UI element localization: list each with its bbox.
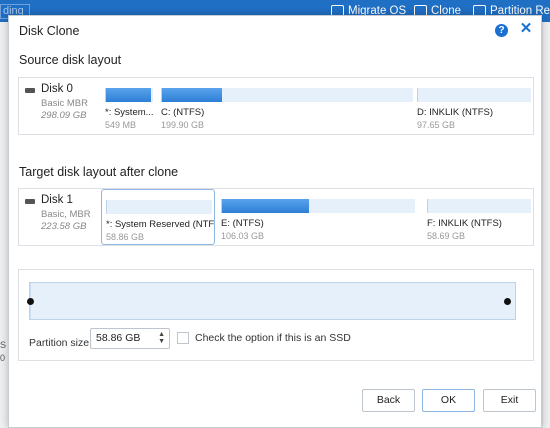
partition-size-input[interactable]: 58.86 GB ▲ ▼ bbox=[90, 328, 170, 349]
partition-label: F: INKLIK (NTFS) bbox=[427, 218, 502, 229]
ssd-checkbox[interactable] bbox=[177, 332, 189, 344]
partition-size-label: Partition size: bbox=[29, 337, 93, 349]
dialog-title: Disk Clone bbox=[19, 24, 80, 38]
source-disk-row: Disk 0 Basic MBR 298.09 GB *: System... … bbox=[18, 77, 534, 135]
resize-handle-left[interactable] bbox=[27, 298, 34, 305]
ok-button[interactable]: OK bbox=[422, 389, 475, 412]
partition-label: *: System Reserved (NTF... bbox=[106, 219, 214, 230]
partition-label: D: INKLIK (NTFS) bbox=[417, 107, 494, 118]
disk-name: Disk 1 bbox=[41, 194, 73, 206]
back-button[interactable]: Back bbox=[362, 389, 415, 412]
target-partition-f[interactable]: F: INKLIK (NTFS) 58.69 GB bbox=[427, 189, 531, 245]
background-fragment: 0 bbox=[0, 353, 6, 363]
target-disk-info[interactable]: Disk 1 Basic, MBR 223.58 GB bbox=[19, 189, 101, 245]
resize-handle-right[interactable] bbox=[504, 298, 511, 305]
disk-icon bbox=[25, 199, 35, 204]
partition-size: 199.90 GB bbox=[161, 120, 205, 130]
partition-label: E: (NTFS) bbox=[221, 218, 264, 229]
partition-usage-fill bbox=[162, 88, 223, 102]
partition-usage-fill bbox=[222, 199, 309, 213]
source-disk-info[interactable]: Disk 0 Basic MBR 298.09 GB bbox=[19, 78, 101, 134]
partition-usage-bar bbox=[106, 200, 212, 214]
partition-usage-bar bbox=[417, 88, 531, 102]
source-partition-d[interactable]: D: INKLIK (NTFS) 97.65 GB bbox=[417, 78, 531, 134]
source-partition-c[interactable]: C: (NTFS) 199.90 GB bbox=[161, 78, 415, 134]
partition-usage-bar bbox=[427, 199, 531, 213]
source-section-title: Source disk layout bbox=[19, 53, 122, 67]
partition-usage-bar bbox=[105, 88, 153, 102]
target-section-title: Target disk layout after clone bbox=[19, 165, 179, 179]
disk-size: 223.58 GB bbox=[41, 221, 87, 232]
partition-size: 549 MB bbox=[105, 120, 137, 130]
partition-resize-slider[interactable] bbox=[27, 282, 516, 320]
partition-size: 97.65 GB bbox=[417, 120, 456, 130]
background-right-panel bbox=[543, 22, 550, 428]
partition-usage-fill bbox=[106, 88, 151, 102]
partition-usage-bar bbox=[161, 88, 413, 102]
background-left-panel: S 0 bbox=[0, 22, 8, 428]
disk-type: Basic MBR bbox=[41, 98, 88, 109]
close-icon[interactable]: ✕ bbox=[519, 21, 533, 37]
target-partition-e[interactable]: E: (NTFS) 106.03 GB bbox=[221, 189, 417, 245]
disk-type: Basic, MBR bbox=[41, 209, 91, 220]
spinner-icon[interactable]: ▲ ▼ bbox=[158, 331, 165, 345]
disk-clone-dialog: Disk Clone ? ✕ Source disk layout Disk 0… bbox=[8, 15, 542, 428]
partition-size: 106.03 GB bbox=[221, 231, 265, 241]
partition-usage-bar bbox=[221, 199, 415, 213]
target-partition-system-selected[interactable]: *: System Reserved (NTF... 58.86 GB bbox=[101, 189, 215, 245]
partition-size: 58.69 GB bbox=[427, 231, 466, 241]
disk-icon bbox=[25, 88, 35, 93]
partition-resize-panel: Partition size: 58.86 GB ▲ ▼ Check the op… bbox=[18, 269, 534, 361]
disk-size: 298.09 GB bbox=[41, 110, 87, 121]
source-partition-system[interactable]: *: System... 549 MB bbox=[105, 78, 157, 134]
help-icon[interactable]: ? bbox=[495, 24, 508, 37]
partition-label: *: System... bbox=[105, 107, 154, 118]
ssd-checkbox-label: Check the option if this is an SSD bbox=[195, 332, 351, 344]
background-fragment: S bbox=[0, 340, 7, 350]
partition-size-value: 58.86 GB bbox=[96, 332, 141, 344]
partition-size: 58.86 GB bbox=[106, 232, 145, 242]
disk-name: Disk 0 bbox=[41, 83, 73, 95]
exit-button[interactable]: Exit bbox=[483, 389, 536, 412]
target-disk-row: Disk 1 Basic, MBR 223.58 GB *: System Re… bbox=[18, 188, 534, 246]
partition-label: C: (NTFS) bbox=[161, 107, 205, 118]
